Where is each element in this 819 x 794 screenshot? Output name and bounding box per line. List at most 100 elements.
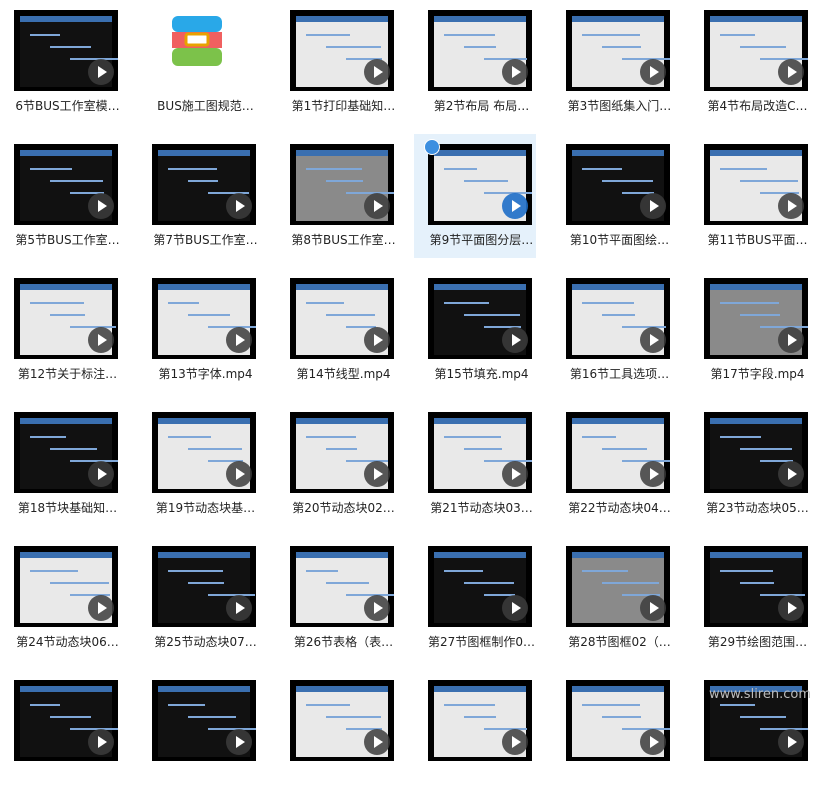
file-name-label: 第15节填充.mp4 xyxy=(434,367,529,381)
play-icon xyxy=(364,59,390,85)
thumbnail-detail xyxy=(602,46,641,48)
thumbnail-detail xyxy=(444,570,483,572)
play-icon xyxy=(640,327,666,353)
video-thumbnail xyxy=(14,546,118,627)
play-icon xyxy=(88,461,114,487)
thumbnail-detail xyxy=(306,570,338,572)
file-tile[interactable]: 第20节动态块02… xyxy=(276,402,398,526)
file-name-label: 第20节动态块02… xyxy=(292,501,395,515)
thumbnail-detail xyxy=(720,704,755,706)
file-tile[interactable]: 第3节图纸集入门… xyxy=(552,0,674,124)
file-name-label: 第5节BUS工作室… xyxy=(15,233,120,247)
video-thumbnail xyxy=(290,412,394,493)
file-tile[interactable]: 第8节BUS工作室… xyxy=(276,134,398,258)
selection-check-icon[interactable] xyxy=(424,139,440,155)
file-name-label: 第27节图框制作0… xyxy=(428,635,535,649)
thumbnail-titlebar xyxy=(158,284,250,290)
play-icon xyxy=(364,729,390,755)
file-tile[interactable]: 第4节布局改造C… xyxy=(690,0,812,124)
thumbnail-titlebar xyxy=(710,16,802,22)
thumbnail-detail xyxy=(720,302,779,304)
thumbnail-detail xyxy=(306,168,362,170)
thumbnail-detail xyxy=(464,582,514,584)
video-thumbnail xyxy=(14,10,118,91)
play-icon xyxy=(364,595,390,621)
thumbnail-detail xyxy=(30,34,60,36)
file-tile[interactable]: 第13节字体.mp4 xyxy=(138,268,260,392)
file-tile[interactable]: 第2节布局 布局… xyxy=(414,0,536,124)
file-tile[interactable]: 第21节动态块03… xyxy=(414,402,536,526)
thumbnail-titlebar xyxy=(158,552,250,558)
thumbnail-titlebar xyxy=(20,418,112,424)
file-tile[interactable]: 第5节BUS工作室… xyxy=(0,134,122,258)
thumbnail-detail xyxy=(582,436,616,438)
thumbnail-detail xyxy=(30,436,66,438)
thumbnail-detail xyxy=(444,168,477,170)
video-thumbnail xyxy=(704,278,808,359)
play-icon xyxy=(88,729,114,755)
thumbnail-detail xyxy=(188,448,242,450)
file-name-label: 第1节打印基础知… xyxy=(291,99,396,113)
thumbnail-titlebar xyxy=(158,150,250,156)
thumbnail-titlebar xyxy=(296,284,388,290)
file-tile[interactable]: 第17节字段.mp4 xyxy=(690,268,812,392)
thumbnail-detail xyxy=(582,302,634,304)
thumbnail-titlebar xyxy=(572,150,664,156)
file-tile[interactable]: 第15节填充.mp4 xyxy=(414,268,536,392)
file-tile[interactable]: 第23节动态块05… xyxy=(690,402,812,526)
thumbnail-detail xyxy=(306,34,350,36)
thumbnail-titlebar xyxy=(296,418,388,424)
file-name-label: 第29节绘图范围… xyxy=(707,635,808,649)
thumbnail-titlebar xyxy=(20,16,112,22)
file-tile[interactable]: 第10节平面图绘… xyxy=(552,134,674,258)
thumbnail-detail xyxy=(602,716,641,718)
thumbnail-titlebar xyxy=(20,686,112,692)
play-icon xyxy=(778,595,804,621)
file-tile[interactable]: 第28节图框02（… xyxy=(552,536,674,660)
file-tile[interactable]: 第26节表格（表… xyxy=(276,536,398,660)
file-tile[interactable] xyxy=(276,670,398,794)
file-tile[interactable]: 第25节动态块07… xyxy=(138,536,260,660)
file-tile[interactable]: 第18节块基础知… xyxy=(0,402,122,526)
file-tile[interactable]: 第24节动态块06… xyxy=(0,536,122,660)
video-thumbnail xyxy=(428,680,532,761)
file-tile[interactable]: 第22节动态块04… xyxy=(552,402,674,526)
file-tile[interactable]: BUS施工图规范… xyxy=(138,0,260,124)
file-tile[interactable]: 第29节绘图范围… xyxy=(690,536,812,660)
video-thumbnail xyxy=(152,412,256,493)
thumbnail-detail xyxy=(30,570,78,572)
play-icon xyxy=(88,59,114,85)
file-tile[interactable]: 第27节图框制作0… xyxy=(414,536,536,660)
thumbnail-titlebar xyxy=(296,552,388,558)
thumbnail-detail xyxy=(30,302,84,304)
play-icon xyxy=(502,193,528,219)
thumbnail-detail xyxy=(208,594,255,596)
file-tile[interactable]: 第7节BUS工作室… xyxy=(138,134,260,258)
file-tile[interactable]: 第12节关于标注… xyxy=(0,268,122,392)
file-tile[interactable] xyxy=(414,670,536,794)
file-tile[interactable] xyxy=(138,670,260,794)
file-tile[interactable] xyxy=(0,670,122,794)
file-tile[interactable]: 第11节BUS平面… xyxy=(690,134,812,258)
file-tile[interactable] xyxy=(552,670,674,794)
thumbnail-detail xyxy=(720,34,755,36)
thumbnail-detail xyxy=(326,180,363,182)
file-tile[interactable]: 第14节线型.mp4 xyxy=(276,268,398,392)
file-tile[interactable]: 第9节平面图分层… xyxy=(414,134,536,258)
thumbnail-detail xyxy=(326,582,369,584)
video-thumbnail xyxy=(428,278,532,359)
thumbnail-detail xyxy=(168,302,199,304)
video-thumbnail xyxy=(14,680,118,761)
video-thumbnail xyxy=(290,546,394,627)
thumbnail-titlebar xyxy=(572,686,664,692)
video-thumbnail xyxy=(428,546,532,627)
file-tile[interactable]: 第19节动态块基… xyxy=(138,402,260,526)
thumbnail-titlebar xyxy=(296,16,388,22)
thumbnail-detail xyxy=(306,436,356,438)
file-tile[interactable]: 第16节工具选项… xyxy=(552,268,674,392)
thumbnail-detail xyxy=(50,46,91,48)
file-tile[interactable]: 第1节打印基础知… xyxy=(276,0,398,124)
video-thumbnail xyxy=(428,144,532,225)
file-tile[interactable]: 6节BUS工作室模… xyxy=(0,0,122,124)
thumbnail-detail xyxy=(582,570,628,572)
